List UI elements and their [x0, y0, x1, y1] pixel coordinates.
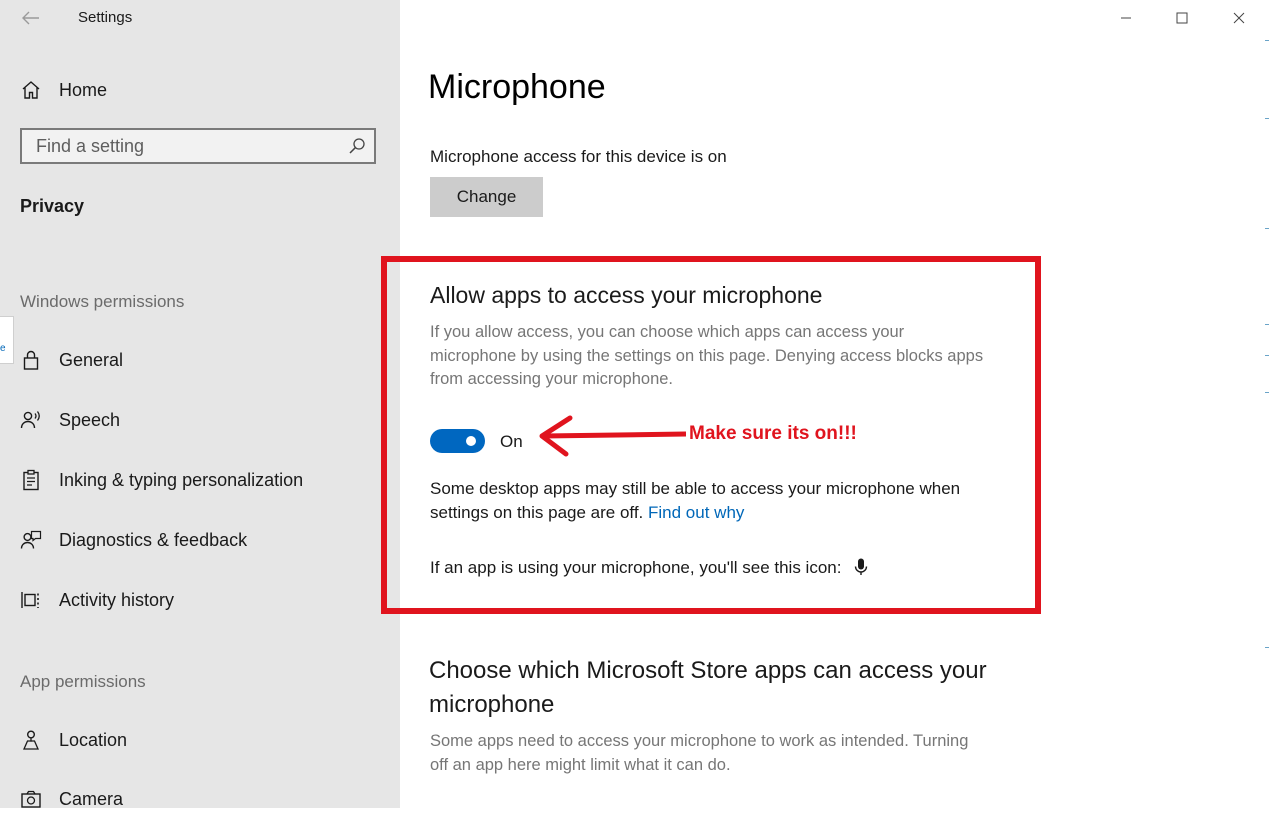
- sidebar-item-camera[interactable]: Camera: [0, 779, 400, 819]
- allow-apps-heading: Allow apps to access your microphone: [430, 282, 823, 308]
- microphone-icon: [855, 558, 868, 575]
- camera-icon: [19, 787, 43, 811]
- close-icon: [1233, 12, 1245, 24]
- sidebar-item-label: Camera: [59, 788, 124, 809]
- change-button[interactable]: Change: [430, 177, 543, 217]
- device-access-status: Microphone access for this device is on: [430, 147, 727, 166]
- sidebar-item-activity-history[interactable]: Activity history: [0, 580, 400, 620]
- home-icon: [19, 78, 43, 102]
- lock-icon: [19, 348, 43, 372]
- annotation-arrow-icon: [539, 415, 686, 457]
- windows-permissions-heading: Windows permissions: [20, 292, 185, 311]
- scroll-edge-mark: [1265, 118, 1269, 119]
- search-icon[interactable]: [348, 137, 366, 155]
- search-input[interactable]: [22, 130, 342, 162]
- desktop-apps-note: Some desktop apps may still be able to a…: [430, 477, 1010, 525]
- sidebar-item-label: General: [59, 349, 124, 370]
- app-permissions-heading: App permissions: [20, 672, 146, 691]
- sidebar-item-home[interactable]: Home: [0, 70, 400, 110]
- scroll-edge-mark: [1265, 324, 1269, 325]
- scroll-edge-mark: [1265, 355, 1269, 356]
- sidebar-item-speech[interactable]: Speech: [0, 400, 400, 440]
- maximize-button[interactable]: [1168, 4, 1196, 32]
- close-button[interactable]: [1225, 4, 1253, 32]
- mic-icon-note: If an app is using your microphone, you'…: [430, 556, 868, 580]
- minimize-button[interactable]: [1112, 4, 1140, 32]
- section-title-privacy: Privacy: [20, 196, 85, 216]
- app-title: Settings: [78, 9, 133, 26]
- sidebar-item-label: Location: [59, 729, 128, 750]
- sidebar-item-label: Inking & typing personalization: [59, 469, 304, 490]
- location-icon: [19, 728, 43, 752]
- sidebar-item-label: Diagnostics & feedback: [59, 529, 248, 550]
- mic-icon-note-text: If an app is using your microphone, you'…: [430, 558, 842, 577]
- maximize-icon: [1176, 12, 1188, 24]
- search-box: [20, 128, 376, 164]
- scroll-edge-mark: [1265, 228, 1269, 229]
- sidebar-item-label: Speech: [59, 409, 121, 430]
- speech-icon: [19, 408, 43, 432]
- store-apps-heading: Choose which Microsoft Store apps can ac…: [429, 657, 987, 718]
- allow-apps-toggle[interactable]: [430, 429, 485, 453]
- toggle-knob: [466, 436, 476, 446]
- clipboard-icon: [19, 468, 43, 492]
- feedback-icon: [19, 528, 43, 552]
- sidebar-item-diagnostics[interactable]: Diagnostics & feedback: [0, 520, 400, 560]
- back-arrow-icon: [22, 11, 39, 25]
- back-button[interactable]: [18, 6, 44, 30]
- scroll-edge-mark: [1265, 647, 1269, 648]
- sidebar-item-label: Activity history: [59, 589, 175, 610]
- scroll-edge-mark: [1265, 40, 1269, 41]
- minimize-icon: [1121, 17, 1131, 19]
- annotation-text: Make sure its on!!!: [689, 423, 857, 444]
- sidebar-item-general[interactable]: General: [0, 340, 400, 380]
- scroll-edge-mark: [1265, 392, 1269, 393]
- sidebar-item-label: Home: [59, 79, 108, 100]
- page-title: Microphone: [428, 68, 606, 106]
- store-apps-description: Some apps need to access your microphone…: [430, 732, 969, 774]
- allow-apps-description: If you allow access, you can choose whic…: [430, 323, 984, 388]
- sidebar-item-location[interactable]: Location: [0, 720, 400, 760]
- find-out-why-link[interactable]: Find out why: [648, 503, 744, 522]
- toggle-state-label: On: [500, 432, 523, 451]
- sidebar: Settings Home Privacy Windows permission…: [0, 0, 400, 809]
- activity-icon: [19, 588, 43, 612]
- sidebar-item-inking[interactable]: Inking & typing personalization: [0, 460, 400, 500]
